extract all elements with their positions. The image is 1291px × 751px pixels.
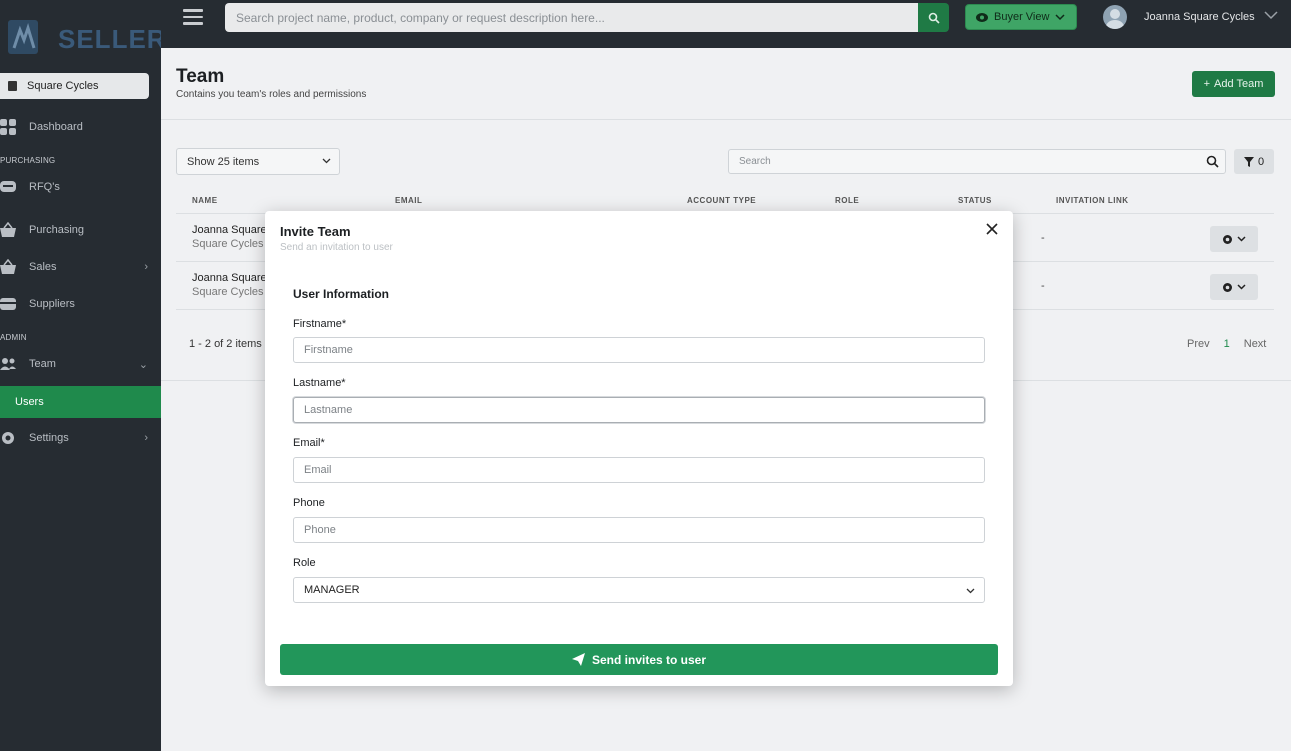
lastname-field[interactable]: Lastname	[293, 397, 985, 423]
role-label: Role	[293, 557, 316, 569]
paper-plane-icon	[571, 653, 585, 666]
send-invites-label: Send invites to user	[591, 652, 707, 667]
firstname-field[interactable]: Firstname	[293, 337, 985, 363]
role-select[interactable]: MANAGER	[293, 577, 985, 603]
invite-team-modal: Invite Team Send an invitation to user U…	[265, 211, 1013, 686]
close-icon[interactable]	[984, 221, 1000, 237]
lastname-label: Lastname*	[293, 377, 346, 389]
send-invites-button[interactable]: Send invites to user	[280, 644, 998, 675]
modal-title: Invite Team	[280, 224, 351, 239]
phone-field[interactable]: Phone	[293, 517, 985, 543]
modal-subtitle: Send an invitation to user	[280, 242, 393, 253]
firstname-label: Firstname*	[293, 318, 347, 330]
chevron-down-icon	[966, 588, 975, 594]
email-label: Email*	[293, 437, 325, 449]
phone-label: Phone	[293, 497, 325, 509]
section-title: User Information	[293, 287, 390, 301]
role-value: MANAGER	[304, 584, 360, 596]
email-field[interactable]: Email	[293, 457, 985, 483]
